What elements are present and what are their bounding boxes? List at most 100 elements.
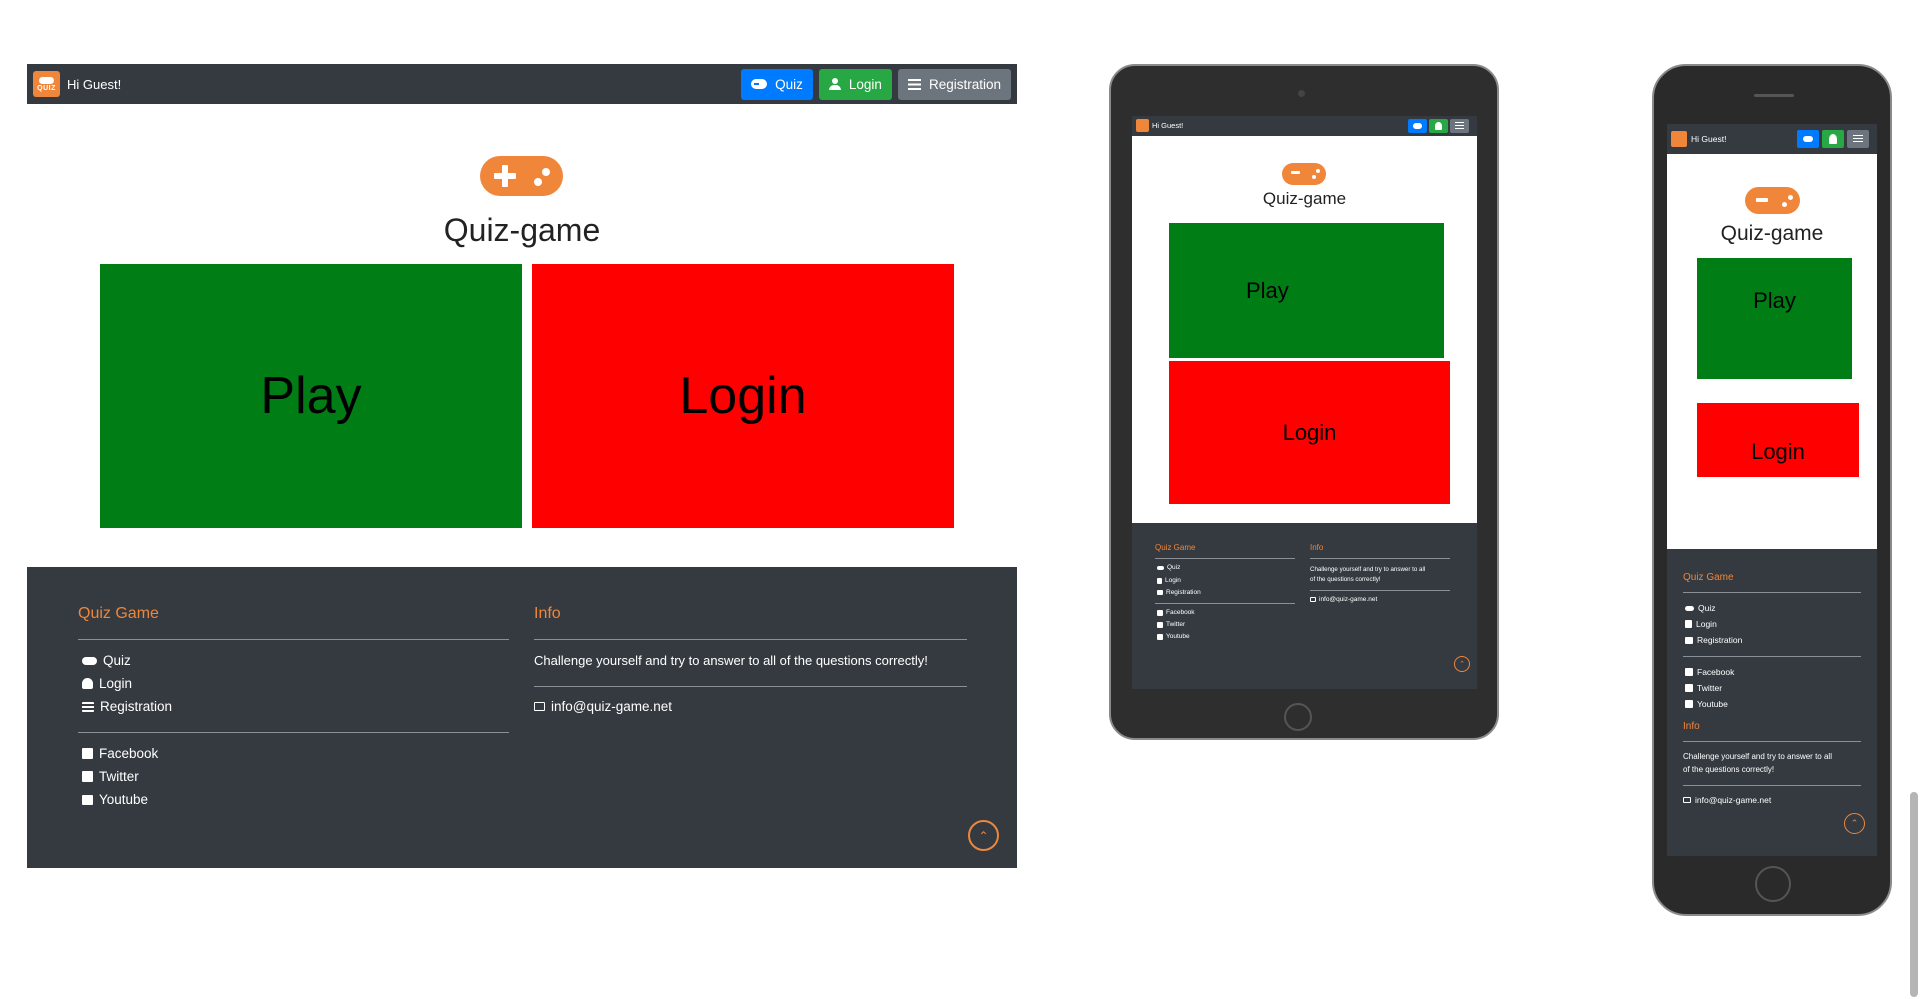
button-dot [1782,202,1787,207]
footer: Quiz Game Quiz Login Registration Facebo… [1667,549,1877,856]
footer-link-login[interactable]: Login [1157,577,1181,584]
footer-link-twitter[interactable]: Twitter [1685,683,1722,693]
footer-link-label: Youtube [1697,699,1728,709]
quiz-nav-button[interactable] [1408,119,1427,133]
tablet-frame: Hi Guest! Quiz-game Play Login Quiz Game… [1109,64,1499,740]
footer-col2-title: Info [1310,543,1324,552]
registration-nav-button[interactable] [1450,119,1469,133]
footer-link-quiz[interactable]: Quiz [1157,564,1180,571]
youtube-square-icon [1685,700,1693,708]
list-icon [907,78,921,90]
footer-link-youtube[interactable]: Youtube [82,792,148,807]
speaker [1754,94,1794,97]
list-icon [1157,590,1163,595]
login-tile[interactable]: Login [1697,403,1859,477]
play-tile[interactable]: Play [1697,258,1852,379]
login-tile[interactable]: Login [532,264,954,528]
gamepad-icon [751,79,768,89]
gamepad-icon [1803,136,1813,142]
footer-link-facebook[interactable]: Facebook [82,746,158,761]
greeting: Hi Guest! [67,76,122,92]
email-link[interactable]: info@quiz-game.net [1683,795,1771,805]
home-button [1284,703,1312,731]
twitter-square-icon [1157,621,1163,628]
footer-link-quiz[interactable]: Quiz [82,653,131,668]
play-label: Play [1246,277,1289,303]
user-icon [1157,577,1162,584]
play-tile[interactable]: Play [1169,223,1444,358]
user-icon [82,678,93,689]
login-nav-button[interactable] [1429,119,1448,133]
footer-link-quiz[interactable]: Quiz [1685,603,1715,613]
footer-col2-title: Info [534,605,561,622]
divider [1683,656,1861,657]
page-scrollbar[interactable] [1910,792,1918,997]
footer-link-login[interactable]: Login [1685,619,1717,629]
twitter-square-icon [82,771,93,782]
quiz-nav-button[interactable] [1797,130,1819,148]
footer-col1-title: Quiz Game [1155,543,1196,552]
login-label: Login [679,367,807,425]
quiz-nav-button[interactable]: Quiz [741,68,813,100]
footer-link-label: Login [1696,619,1717,629]
footer-link-label: Youtube [1166,633,1190,640]
button-dot [1788,195,1793,200]
footer-link-login[interactable]: Login [82,676,132,691]
gamepad-icon [1157,565,1164,570]
tablet-screen: Hi Guest! Quiz-game Play Login Quiz Game… [1132,116,1477,689]
footer-link-twitter[interactable]: Twitter [1157,621,1185,628]
footer-link-youtube[interactable]: Youtube [1685,699,1728,709]
registration-nav-button[interactable] [1847,130,1869,148]
email-link[interactable]: info@quiz-game.net [1310,596,1377,603]
footer-link-registration[interactable]: Registration [1685,635,1742,645]
login-nav-button[interactable]: Login [818,68,892,100]
footer-link-facebook[interactable]: Facebook [1157,609,1195,616]
back-to-top-button[interactable]: ⌃ [1844,813,1865,834]
footer-link-facebook[interactable]: Facebook [1685,667,1734,677]
login-nav-button[interactable] [1822,130,1844,148]
dpad-shape [1756,198,1768,202]
info-text-line: of the questions correctly! [1310,576,1381,583]
divider [1155,558,1295,559]
quiz-logo[interactable] [1671,131,1687,147]
footer-col2-title: Info [1683,721,1700,732]
footer-link-label: Facebook [1166,609,1195,616]
footer-link-label: Twitter [99,769,139,784]
registration-nav-button[interactable]: Registration [897,68,1011,100]
user-icon [1829,134,1837,144]
list-icon [1455,122,1464,130]
back-to-top-button[interactable]: ⌃ [1454,656,1470,672]
gamepad-icon [480,156,563,196]
login-tile[interactable]: Login [1169,361,1450,504]
gamepad-icon [1413,123,1422,129]
footer-link-twitter[interactable]: Twitter [82,769,139,784]
footer-link-registration[interactable]: Registration [82,699,172,714]
back-to-top-button[interactable]: ⌃ [968,820,999,851]
footer: Quiz Game Quiz Login Registration Facebo… [27,567,1017,868]
email-link[interactable]: info@quiz-game.net [534,699,672,714]
divider [1155,603,1295,604]
footer-col1-title: Quiz Game [1683,572,1734,583]
button-dot [542,168,550,176]
navbar: Hi Guest! [1132,116,1477,136]
twitter-square-icon [1685,684,1693,692]
navbar: Hi Guest! [1667,124,1877,154]
email-label: info@quiz-game.net [1695,795,1772,805]
footer-link-label: Quiz [1698,603,1716,613]
quiz-logo[interactable] [1136,119,1149,132]
footer-link-label: Login [1165,577,1181,584]
footer-link-registration[interactable]: Registration [1157,589,1201,596]
greeting: Hi Guest! [1691,134,1727,144]
facebook-square-icon [1157,609,1163,616]
page-title: Quiz-game [1720,222,1824,245]
quiz-logo[interactable]: QUIZ [33,71,60,97]
gamepad-icon [82,656,97,665]
gamepad-icon [1685,605,1694,611]
footer-link-label: Facebook [1697,667,1735,677]
facebook-square-icon [82,748,93,759]
play-tile[interactable]: Play [100,264,522,528]
chevron-up-icon: ⌃ [1850,818,1859,828]
footer-link-youtube[interactable]: Youtube [1157,633,1190,640]
footer-link-label: Registration [100,699,173,714]
desktop-preview: QUIZ Hi Guest! Quiz Login Registration Q… [27,64,1017,868]
